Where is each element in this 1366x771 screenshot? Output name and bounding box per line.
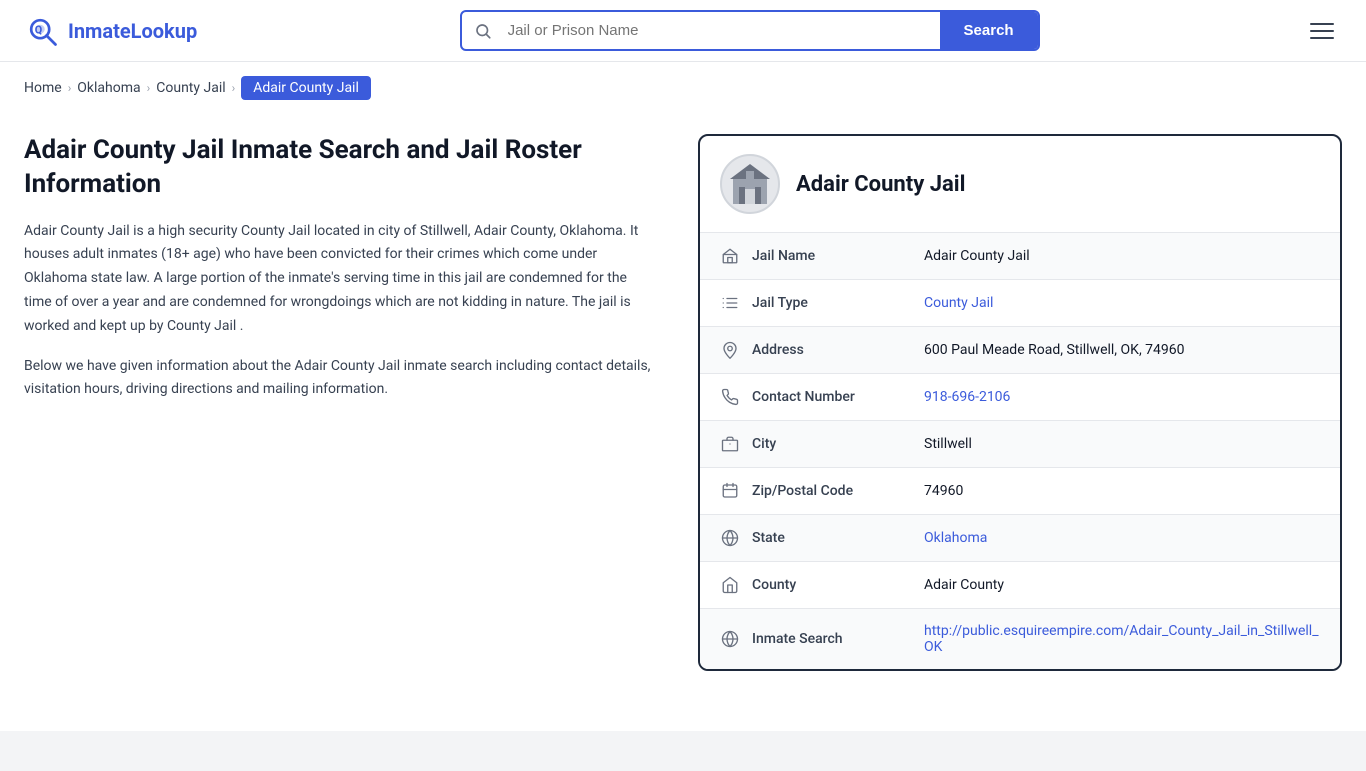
main-content: Adair County Jail Inmate Search and Jail… xyxy=(0,114,1366,691)
state-icon xyxy=(720,529,740,547)
row-label: County xyxy=(752,577,912,593)
search-form: Search xyxy=(460,10,1040,51)
info-row: Jail Name Adair County Jail xyxy=(700,233,1340,280)
breadcrumb-sep-3: › xyxy=(232,81,236,95)
row-value[interactable]: County Jail xyxy=(924,295,1320,311)
county-icon xyxy=(720,576,740,594)
footer-bar xyxy=(0,731,1366,771)
breadcrumb-home[interactable]: Home xyxy=(24,80,62,96)
card-title: Adair County Jail xyxy=(796,172,965,197)
row-value: Adair County Jail xyxy=(924,248,1320,264)
row-label: Jail Type xyxy=(752,295,912,311)
card-header: Adair County Jail xyxy=(700,136,1340,233)
row-value: Stillwell xyxy=(924,436,1320,452)
row-value[interactable]: http://public.esquireempire.com/Adair_Co… xyxy=(924,623,1320,655)
row-value: 74960 xyxy=(924,483,1320,499)
globe-icon xyxy=(720,630,740,648)
city-icon xyxy=(720,435,740,453)
row-label: Zip/Postal Code xyxy=(752,483,912,499)
hamburger-line-1 xyxy=(1310,23,1334,25)
breadcrumb: Home › Oklahoma › County Jail › Adair Co… xyxy=(0,62,1366,114)
logo-text: InmateLookup xyxy=(68,19,197,43)
search-button[interactable]: Search xyxy=(940,12,1038,49)
logo-icon: Q xyxy=(24,13,60,49)
search-area: Search xyxy=(213,10,1286,51)
menu-button[interactable] xyxy=(1302,15,1342,47)
breadcrumb-sep-1: › xyxy=(68,81,72,95)
type-icon xyxy=(720,294,740,312)
row-label: Address xyxy=(752,342,912,358)
search-input[interactable] xyxy=(504,12,940,49)
hamburger-line-2 xyxy=(1310,30,1334,32)
search-icon xyxy=(462,22,504,40)
row-label: Inmate Search xyxy=(752,631,912,647)
zip-icon xyxy=(720,482,740,500)
row-link[interactable]: County Jail xyxy=(924,295,993,311)
breadcrumb-sep-2: › xyxy=(147,81,151,95)
info-row: Jail Type County Jail xyxy=(700,280,1340,327)
info-row: City Stillwell xyxy=(700,421,1340,468)
row-label: State xyxy=(752,530,912,546)
page-title: Adair County Jail Inmate Search and Jail… xyxy=(24,134,654,202)
breadcrumb-current: Adair County Jail xyxy=(241,76,371,100)
hamburger-line-3 xyxy=(1310,37,1334,39)
logo[interactable]: Q InmateLookup xyxy=(24,13,197,49)
page-description-2: Below we have given information about th… xyxy=(24,355,654,403)
breadcrumb-county-jail[interactable]: County Jail xyxy=(156,80,225,96)
info-row: Address 600 Paul Meade Road, Stillwell, O… xyxy=(700,327,1340,374)
row-label: Contact Number xyxy=(752,389,912,405)
row-label: Jail Name xyxy=(752,248,912,264)
row-link[interactable]: Oklahoma xyxy=(924,530,987,546)
jail-avatar xyxy=(720,154,780,214)
info-row: County Adair County xyxy=(700,562,1340,609)
left-column: Adair County Jail Inmate Search and Jail… xyxy=(24,134,674,402)
row-link[interactable]: 918-696-2106 xyxy=(924,389,1010,405)
row-value: Adair County xyxy=(924,577,1320,593)
row-value[interactable]: 918-696-2106 xyxy=(924,389,1320,405)
info-row: Zip/Postal Code 74960 xyxy=(700,468,1340,515)
jail-icon xyxy=(720,247,740,265)
info-row: Contact Number 918-696-2106 xyxy=(700,374,1340,421)
header: Q InmateLookup Search xyxy=(0,0,1366,62)
svg-text:Q: Q xyxy=(35,23,42,36)
info-row: Inmate Search http://public.esquireempire… xyxy=(700,609,1340,669)
location-icon xyxy=(720,341,740,359)
info-card: Adair County Jail Jail Name Adair County … xyxy=(698,134,1342,671)
info-row: State Oklahoma xyxy=(700,515,1340,562)
breadcrumb-oklahoma[interactable]: Oklahoma xyxy=(77,80,140,96)
row-label: City xyxy=(752,436,912,452)
jail-building-icon xyxy=(725,159,775,209)
phone-icon xyxy=(720,388,740,406)
row-value[interactable]: Oklahoma xyxy=(924,530,1320,546)
row-link[interactable]: http://public.esquireempire.com/Adair_Co… xyxy=(924,623,1319,655)
page-description-1: Adair County Jail is a high security Cou… xyxy=(24,220,654,339)
info-rows: Jail Name Adair County Jail Jail Type Count… xyxy=(700,233,1340,669)
row-value: 600 Paul Meade Road, Stillwell, OK, 7496… xyxy=(924,342,1320,358)
right-column: Adair County Jail Jail Name Adair County … xyxy=(698,134,1342,671)
